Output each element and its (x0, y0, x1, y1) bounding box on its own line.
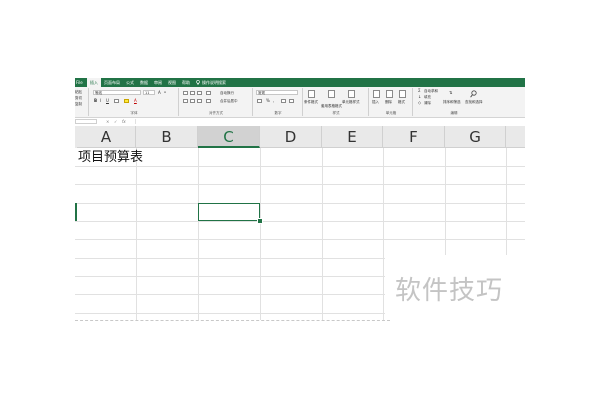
file-tab[interactable]: File (75, 78, 86, 87)
percent-button[interactable]: % (266, 98, 270, 103)
column-header-d[interactable]: D (260, 126, 322, 148)
column-header-f[interactable]: F (383, 126, 445, 148)
column-header-a[interactable]: A (77, 126, 136, 148)
bold-button[interactable]: B (94, 98, 97, 103)
formula-input[interactable] (135, 119, 523, 124)
italic-button[interactable]: I (100, 98, 101, 103)
underline-button[interactable]: U (106, 98, 109, 103)
insert-button[interactable]: 插入 (372, 100, 379, 104)
menu-tabs: 插入 页面布局 公式 数据 审阅 视图 帮助 操作说明搜索 (87, 78, 226, 87)
cells-group-label: 单元格 (385, 111, 397, 115)
sort-filter-icon[interactable]: ⇅ (449, 90, 452, 95)
autosum-button[interactable]: 自动求和 (424, 89, 438, 93)
select-all-corner[interactable] (75, 126, 77, 148)
paste-button[interactable]: 粘贴 (75, 90, 82, 94)
align-right-icon[interactable] (197, 99, 202, 103)
conditional-format-icon[interactable] (308, 90, 315, 98)
font-size-dropdown[interactable]: 11 (143, 90, 155, 95)
tab-page-layout[interactable]: 页面布局 (101, 78, 123, 87)
name-box[interactable] (75, 119, 97, 124)
find-select-icon[interactable] (470, 90, 477, 98)
number-format-dropdown[interactable]: 常规 (256, 90, 298, 95)
wrap-text-button[interactable]: 自动换行 (220, 91, 234, 95)
sort-filter-button[interactable]: 排序和筛选 (443, 100, 461, 104)
decrease-decimal-icon[interactable] (289, 99, 294, 103)
menu-bar: File 插入 页面布局 公式 数据 审阅 视图 帮助 操作说明搜索 (75, 78, 525, 87)
number-group: 常规 % , 数字 (254, 88, 303, 116)
tab-data[interactable]: 数据 (137, 78, 151, 87)
cell-a1[interactable]: 项目预算表 (78, 149, 143, 166)
font-group: 等线 11 A A B I U A 字体 (90, 88, 179, 116)
styles-group: 条件格式 套用表格格式 单元格样式 样式 (304, 88, 369, 116)
column-headers: A B C D E F G (75, 126, 525, 148)
selected-cell[interactable] (198, 203, 260, 221)
grow-font-icon[interactable]: A (158, 90, 161, 95)
find-select-button[interactable]: 查找和选择 (465, 100, 483, 104)
bottom-edge (75, 320, 390, 322)
column-header-b[interactable]: B (136, 126, 198, 148)
shrink-font-icon[interactable]: A (164, 90, 166, 95)
alignment-group-label: 对齐方式 (209, 111, 223, 115)
currency-icon[interactable] (257, 99, 262, 103)
font-color-icon[interactable]: A (134, 98, 137, 103)
merge-center-button[interactable]: 合并后居中 (220, 99, 238, 103)
cut-button[interactable]: 剪切 (75, 96, 82, 100)
border-icon[interactable] (114, 99, 119, 103)
indent-icon[interactable] (206, 99, 211, 103)
styles-group-label: 样式 (332, 111, 340, 115)
fill-color-icon[interactable] (124, 99, 129, 103)
watermark-text: 软件技巧 (395, 276, 504, 306)
comma-button[interactable]: , (273, 98, 274, 103)
orientation-icon[interactable] (206, 91, 211, 95)
ribbon: 粘贴 剪切 复制 等线 11 A A B I U A 字体 自动换行 合并后居中… (75, 87, 525, 118)
align-left-icon[interactable] (183, 99, 188, 103)
delete-cells-icon[interactable] (386, 90, 393, 98)
align-bottom-icon[interactable] (197, 91, 202, 95)
format-button[interactable]: 格式 (398, 100, 405, 104)
enter-icon[interactable]: ✓ (114, 119, 117, 125)
tab-review[interactable]: 审阅 (151, 78, 165, 87)
table-format-button[interactable]: 套用表格格式 (321, 104, 342, 108)
align-top-icon[interactable] (183, 91, 188, 95)
column-header-c[interactable]: C (198, 126, 260, 148)
cell-style-button[interactable]: 单元格样式 (342, 100, 360, 104)
clipboard-group: 粘贴 剪切 复制 (75, 88, 89, 116)
fill-button[interactable]: 填充 (424, 95, 431, 99)
conditional-format-button[interactable]: 条件格式 (304, 100, 318, 104)
column-header-h[interactable] (506, 126, 525, 148)
column-header-g[interactable]: G (445, 126, 506, 148)
clear-button[interactable]: 清除 (424, 101, 431, 105)
cells-group: 插入 删除 格式 单元格 (370, 88, 413, 116)
delete-button[interactable]: 删除 (385, 100, 392, 104)
autosum-icon[interactable]: Σ (418, 88, 421, 93)
tab-insert[interactable]: 插入 (87, 78, 101, 87)
column-header-e[interactable]: E (322, 126, 383, 148)
alignment-group: 自动换行 合并后居中 对齐方式 (180, 88, 253, 116)
copy-button[interactable]: 复制 (75, 102, 82, 106)
table-format-icon[interactable] (328, 90, 335, 98)
cancel-icon[interactable]: × (106, 119, 109, 125)
number-group-label: 数字 (274, 111, 282, 115)
font-name-dropdown[interactable]: 等线 (93, 90, 141, 95)
cell-style-icon[interactable] (348, 90, 355, 98)
format-cells-icon[interactable] (399, 90, 406, 98)
selected-row-marker (75, 203, 77, 221)
fill-handle[interactable] (257, 218, 263, 224)
tab-formulas[interactable]: 公式 (123, 78, 137, 87)
fill-icon[interactable]: ↓ (418, 94, 421, 99)
align-middle-icon[interactable] (190, 91, 195, 95)
font-group-label: 字体 (130, 111, 138, 115)
insert-cells-icon[interactable] (373, 90, 380, 98)
editing-group: Σ 自动求和 ↓ 填充 ◇ 清除 ⇅ 排序和筛选 查找和选择 编辑 (414, 88, 494, 116)
increase-decimal-icon[interactable] (281, 99, 286, 103)
align-center-icon[interactable] (190, 99, 195, 103)
insert-function-icon[interactable]: fx (122, 119, 126, 125)
tab-help[interactable]: 帮助 (179, 78, 193, 87)
tell-me-search[interactable]: 操作说明搜索 (196, 78, 226, 87)
clear-icon[interactable]: ◇ (418, 100, 421, 105)
tab-view[interactable]: 视图 (165, 78, 179, 87)
editing-group-label: 编辑 (450, 111, 458, 115)
tell-me-label: 操作说明搜索 (202, 80, 226, 85)
lightbulb-icon (196, 80, 200, 85)
